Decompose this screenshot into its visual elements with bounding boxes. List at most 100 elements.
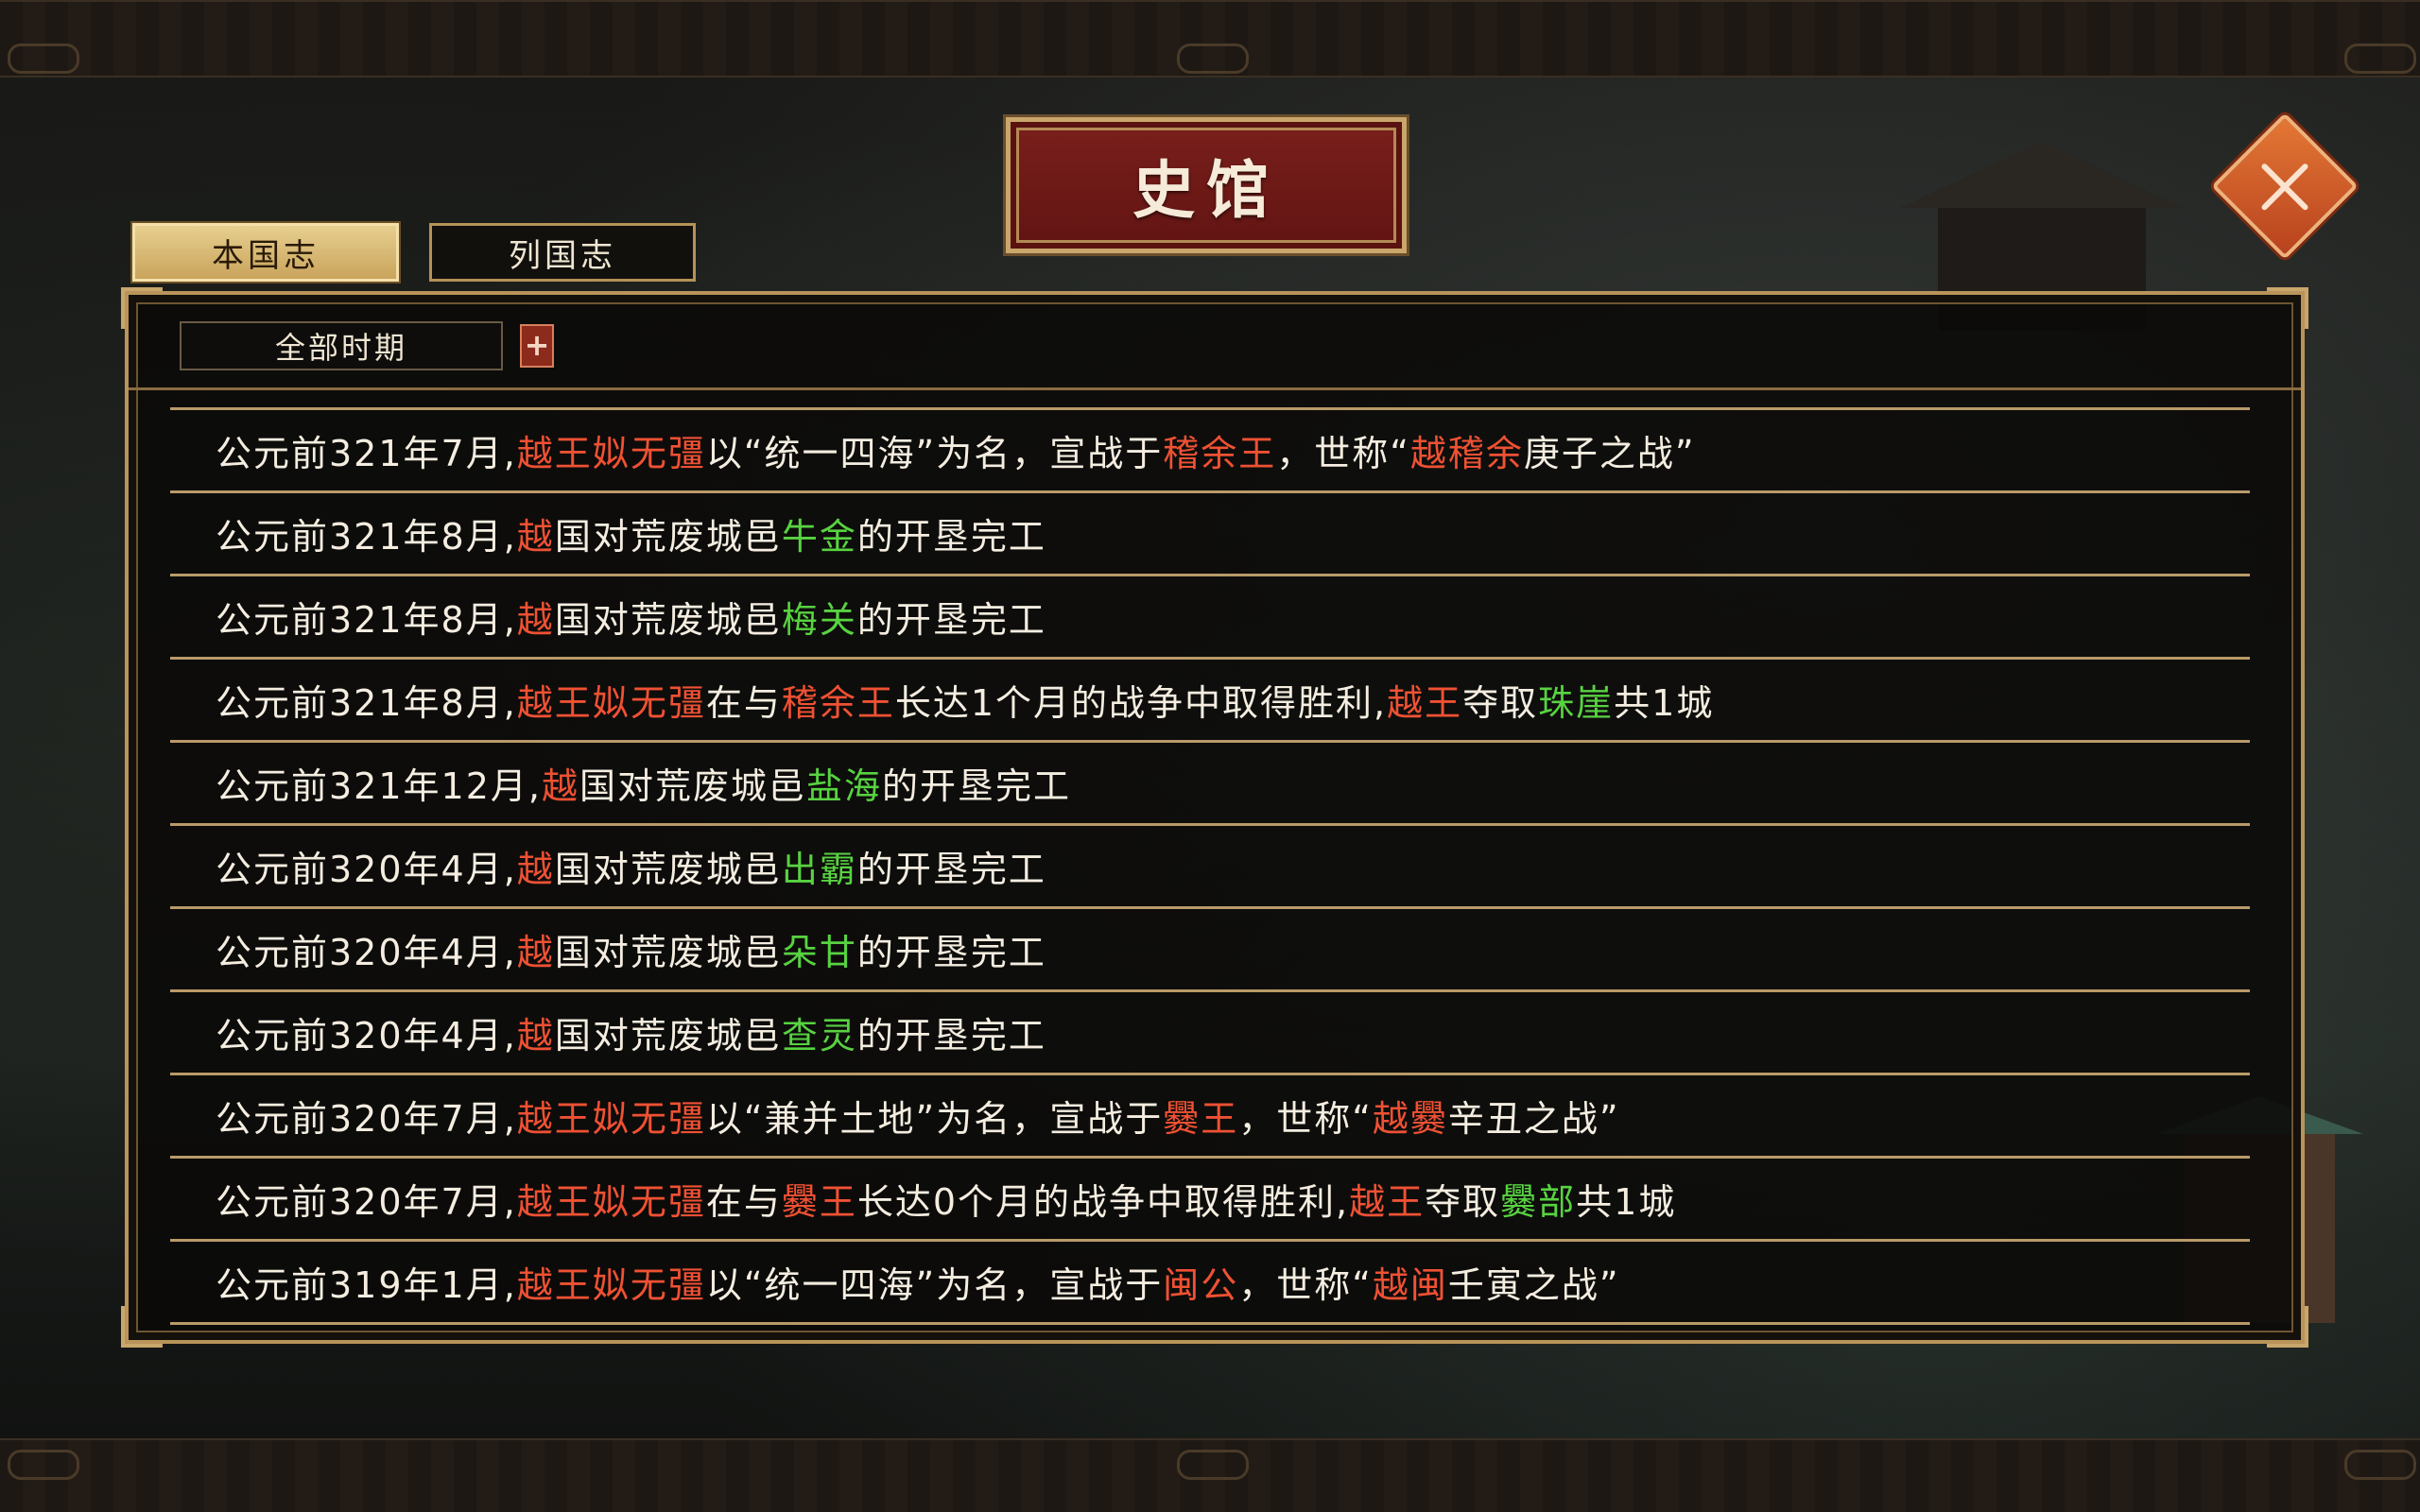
list-item: 公元前320年4月, 越国对荒废城邑 朵甘 的开垦完工 — [170, 909, 2250, 992]
record-text: 长达1个月的战争中取得胜利, — [894, 682, 1388, 724]
tab-states-annals[interactable]: 列国志 — [429, 223, 696, 282]
record-text: 公元前321年8月, — [216, 516, 517, 558]
swirl-ornament — [8, 1450, 79, 1480]
swirl-ornament — [2344, 1450, 2416, 1480]
record-text: 共1城 — [1614, 682, 1715, 724]
state-name: 越王 — [1349, 1181, 1426, 1223]
swirl-ornament — [8, 43, 79, 74]
ruler-name: 姒无彊 — [592, 433, 706, 474]
record-text: 长达0个月的战争中取得胜利, — [856, 1181, 1350, 1223]
record-text: 国对荒废城邑 — [579, 765, 806, 807]
list-item: 公元前320年4月, 越国对荒废城邑 出霸 的开垦完工 — [170, 826, 2250, 909]
state-name: 爨王 — [1163, 1098, 1239, 1140]
period-add-button[interactable]: + — [520, 324, 554, 368]
state-name: 越王 — [1387, 682, 1463, 724]
tab-home-state-annals[interactable]: 本国志 — [130, 221, 401, 284]
swirl-ornament — [1177, 43, 1249, 74]
record-text: 公元前321年12月, — [216, 765, 542, 807]
record-text: 的开垦完工 — [882, 765, 1072, 807]
city-name: 牛金 — [781, 516, 857, 558]
record-text: 以“统一四海”为名，宣战于 — [705, 433, 1164, 474]
record-text: 国对荒废城邑 — [554, 1015, 782, 1057]
state-name: 越王 — [516, 1098, 593, 1140]
panel-corner-ornament — [2267, 1306, 2308, 1348]
title-plate: 史馆 — [1003, 114, 1409, 256]
record-text: 的开垦完工 — [856, 1015, 1046, 1057]
record-text: 共1城 — [1576, 1181, 1677, 1223]
record-text: 公元前320年4月, — [216, 932, 517, 973]
record-text: 公元前320年4月, — [216, 849, 517, 890]
bottom-ornament-band — [0, 1438, 2420, 1512]
record-text: 夺取 — [1462, 682, 1539, 724]
state-name: 稽余王 — [1163, 433, 1277, 474]
panel-corner-ornament — [121, 287, 163, 329]
top-ornament-band — [0, 0, 2420, 77]
panel-corner-ornament — [2267, 287, 2308, 329]
ruler-name: 姒无彊 — [592, 682, 706, 724]
state-name: 越爨 — [1372, 1098, 1448, 1140]
ruler-name: 姒无彊 — [592, 1098, 706, 1140]
list-item-partial — [170, 391, 2250, 410]
record-text: ，世称“ — [1276, 433, 1410, 474]
record-text: 以“统一四海”为名，宣战于 — [705, 1264, 1164, 1306]
header-divider — [129, 387, 2301, 390]
state-name: 稽余王 — [781, 682, 895, 724]
record-text: ，世称“ — [1238, 1098, 1373, 1140]
record-text: 夺取 — [1425, 1181, 1501, 1223]
record-text: 国对荒废城邑 — [554, 516, 782, 558]
city-name: 盐海 — [806, 765, 883, 807]
record-text: 以“兼并土地”为名，宣战于 — [705, 1098, 1164, 1140]
history-records-list[interactable]: 公元前321年7月, 越王 姒无彊 以“统一四海”为名，宣战于 稽余王 ，世称“ 越稽余 庚子… — [170, 391, 2250, 1325]
city-name: 梅关 — [781, 599, 857, 641]
record-text: 的开垦完工 — [856, 599, 1046, 641]
record-text: 公元前321年8月, — [216, 599, 517, 641]
record-text: 在与 — [705, 1181, 782, 1223]
list-item: 公元前321年8月, 越国对荒废城邑 梅关 的开垦完工 — [170, 576, 2250, 660]
close-icon — [2261, 163, 2308, 211]
list-item: 公元前320年4月, 越国对荒废城邑 查灵 的开垦完工 — [170, 992, 2250, 1075]
record-text: 公元前320年4月, — [216, 1015, 517, 1057]
list-item: 公元前320年7月, 越王 姒无彊 以“兼并土地”为名，宣战于 爨王 ，世称“ 越爨 辛丑之战… — [170, 1075, 2250, 1159]
state-name: 越 — [541, 765, 579, 807]
record-text: 辛丑之战” — [1447, 1098, 1620, 1140]
state-name: 越王 — [516, 682, 593, 724]
ruler-name: 姒无彊 — [592, 1181, 706, 1223]
state-name: 越 — [516, 599, 555, 641]
record-text: 公元前321年8月, — [216, 682, 517, 724]
list-item: 公元前320年7月, 越王 姒无彊 在与 爨王 长达0个月的战争中取得胜利, 越王 夺取 爨部共… — [170, 1159, 2250, 1242]
state-name: 越 — [516, 516, 555, 558]
list-item: 公元前321年8月, 越国对荒废城邑 牛金 的开垦完工 — [170, 493, 2250, 576]
record-text: 的开垦完工 — [856, 516, 1046, 558]
state-name: 越 — [516, 932, 555, 973]
state-name: 越王 — [516, 433, 593, 474]
state-name: 越闽 — [1372, 1264, 1448, 1306]
record-text: 公元前320年7月, — [216, 1181, 517, 1223]
record-text: 国对荒废城邑 — [554, 599, 782, 641]
record-text: 在与 — [705, 682, 782, 724]
page-title: 史馆 — [1132, 153, 1280, 227]
list-item: 公元前321年8月, 越王 姒无彊 在与 稽余王 长达1个月的战争中取得胜利, 越王 夺取 珠崖… — [170, 660, 2250, 743]
period-filter-select[interactable]: 全部时期 — [180, 321, 503, 370]
record-text: 公元前319年1月, — [216, 1264, 517, 1306]
record-text: 的开垦完工 — [856, 849, 1046, 890]
swirl-ornament — [2344, 43, 2416, 74]
state-name: 爨王 — [781, 1181, 857, 1223]
record-text: 庚子之战” — [1523, 433, 1696, 474]
history-hall-screen: 史馆 本国志 列国志 全部时期 + 公元前321年7月, 越王 姒无彊 以“统一四海”… — [0, 0, 2420, 1512]
city-name: 朵甘 — [781, 932, 857, 973]
record-text: 国对荒废城邑 — [554, 849, 782, 890]
state-name: 越 — [516, 1015, 555, 1057]
record-text: 壬寅之战” — [1447, 1264, 1620, 1306]
list-item: 公元前319年1月, 越王 姒无彊 以“统一四海”为名，宣战于 闽公 ，世称“ 越闽 壬寅之战… — [170, 1242, 2250, 1325]
record-text: 公元前321年7月, — [216, 433, 517, 474]
state-name: 越稽余 — [1409, 433, 1524, 474]
record-text: 公元前320年7月, — [216, 1098, 517, 1140]
list-item: 公元前321年7月, 越王 姒无彊 以“统一四海”为名，宣战于 稽余王 ，世称“ 越稽余 庚子… — [170, 410, 2250, 493]
swirl-ornament — [1177, 1450, 1249, 1480]
city-name: 爨部 — [1500, 1181, 1577, 1223]
panel-corner-ornament — [121, 1306, 163, 1348]
city-name: 出霸 — [781, 849, 857, 890]
list-item: 公元前321年12月, 越国对荒废城邑 盐海 的开垦完工 — [170, 743, 2250, 826]
state-name: 越王 — [516, 1181, 593, 1223]
close-button[interactable] — [2211, 112, 2359, 260]
